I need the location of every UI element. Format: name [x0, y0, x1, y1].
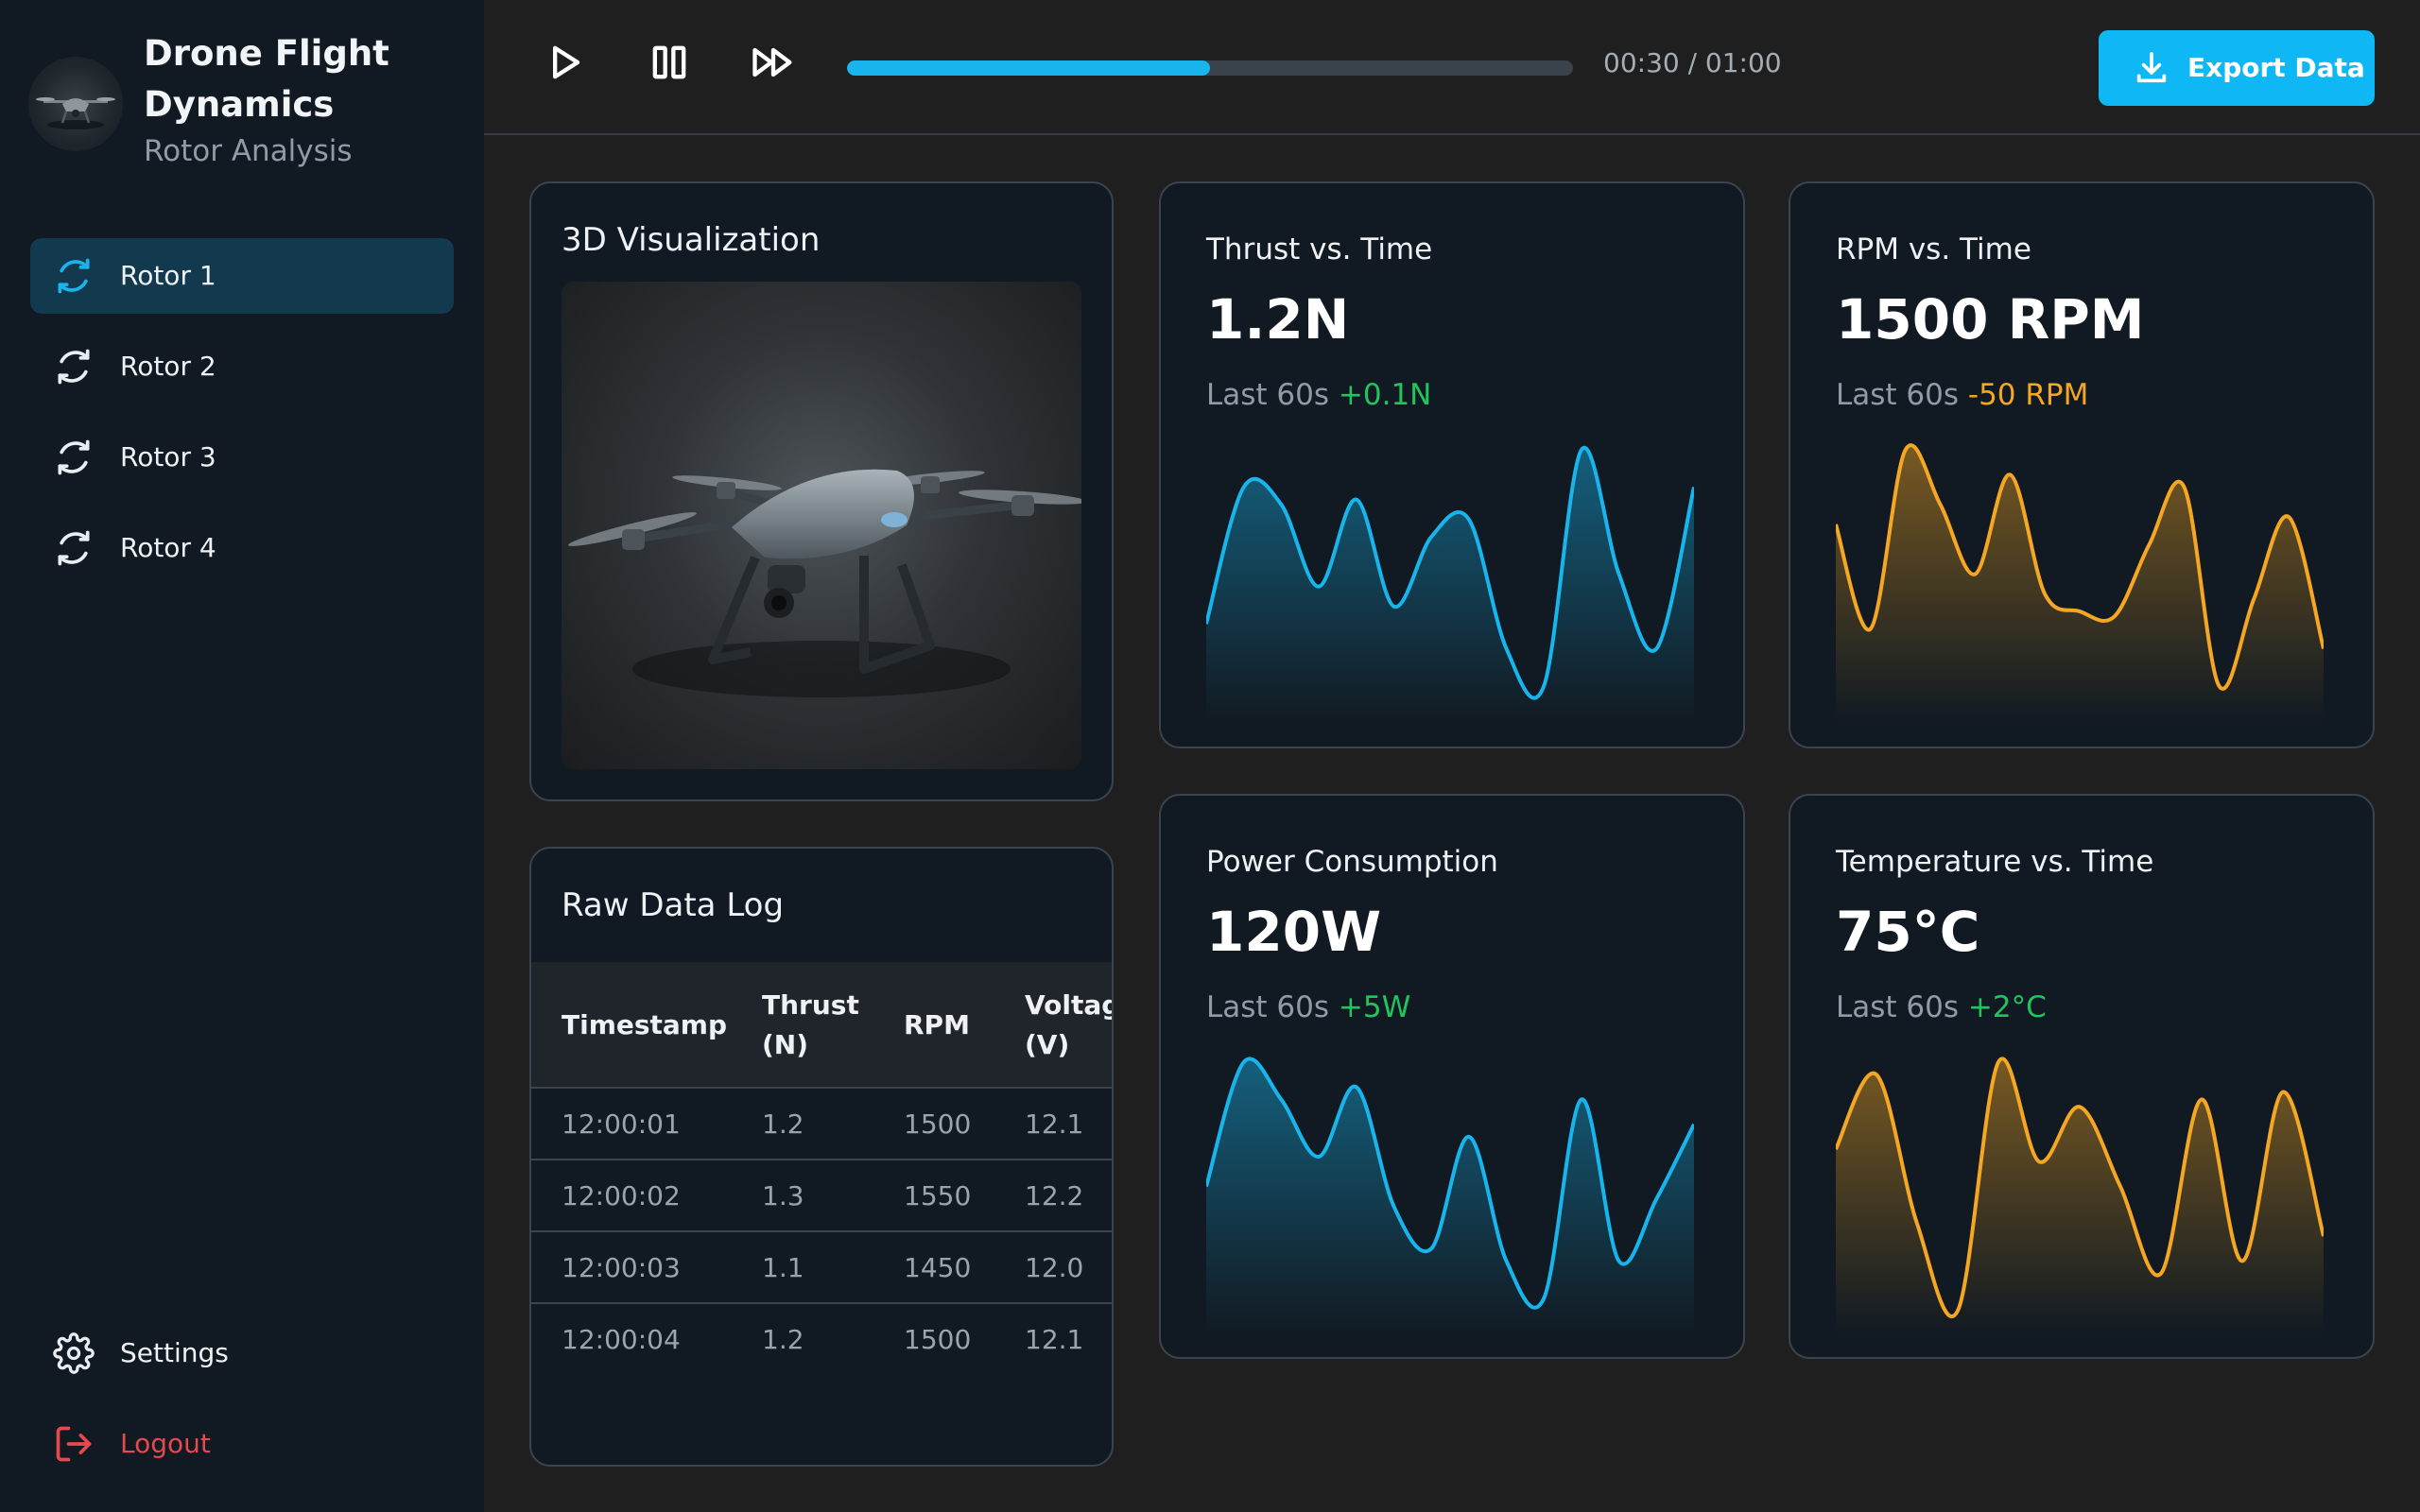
cell-timestamp: 12:00:02: [562, 1180, 681, 1211]
cell-rpm: 1500: [904, 1324, 972, 1355]
export-data-label: Export Data: [2187, 52, 2365, 83]
sidebar-item-label: Rotor 1: [120, 260, 216, 291]
sidebar-item-rotor-4[interactable]: Rotor 4: [30, 510, 454, 586]
sidebar-item-rotor-2[interactable]: Rotor 2: [30, 329, 454, 404]
fast-forward-button[interactable]: [749, 38, 798, 87]
drone-logo: [28, 57, 123, 151]
cell-voltage: 12.1: [1025, 1324, 1084, 1355]
metric-card-power: Power Consumption 120W Last 60s +5W: [1159, 794, 1745, 1359]
column-header-thrust[interactable]: Thrust (N): [762, 962, 885, 1089]
gear-icon: [53, 1332, 95, 1374]
metric-delta: Last 60s +0.1N: [1206, 378, 1432, 412]
sidebar: Drone Flight Dynamics Rotor Analysis Rot…: [0, 0, 484, 1512]
cell-thrust: 1.1: [762, 1252, 804, 1283]
sparkline-area: [1206, 1058, 1694, 1334]
table-row[interactable]: 12:00:04 1.2 1500 12.1: [531, 1304, 1112, 1376]
table-row[interactable]: 12:00:02 1.3 1550 12.2: [531, 1160, 1112, 1232]
metric-label: Power Consumption: [1206, 845, 1498, 879]
sidebar-item-rotor-1[interactable]: Rotor 1: [30, 238, 454, 314]
download-icon: [2136, 52, 2167, 83]
raw-data-log-card: Raw Data Log Timestamp Thrust (N) RPM Vo…: [529, 847, 1114, 1467]
logout-link[interactable]: Logout: [30, 1406, 454, 1482]
metric-label: Thrust vs. Time: [1206, 232, 1433, 266]
playback-bar: 00:30 / 01:00 Export Data: [484, 0, 2420, 135]
settings-label: Settings: [120, 1337, 229, 1368]
cell-thrust: 1.2: [762, 1324, 804, 1355]
rpm-sparkline[interactable]: [1836, 438, 2324, 722]
settings-link[interactable]: Settings: [30, 1315, 454, 1391]
cell-voltage: 12.1: [1025, 1108, 1084, 1140]
app-subtitle: Rotor Analysis: [144, 134, 353, 168]
time-readout: 00:30 / 01:00: [1603, 47, 1782, 78]
column-header-voltage[interactable]: Voltag (V): [1025, 962, 1112, 1089]
refresh-icon: [58, 349, 90, 385]
metric-card-temperature: Temperature vs. Time 75°C Last 60s +2°C: [1789, 794, 2375, 1359]
metric-label: Temperature vs. Time: [1836, 845, 2154, 879]
metric-value: 1500 RPM: [1836, 287, 2145, 352]
metric-delta: Last 60s +2°C: [1836, 990, 2047, 1024]
thrust-sparkline[interactable]: [1206, 438, 1694, 722]
playback-progress-bar[interactable]: [847, 60, 1573, 76]
refresh-icon: [58, 258, 90, 294]
drone-3d-render[interactable]: [562, 282, 1081, 769]
logout-icon: [56, 1426, 92, 1462]
cell-rpm: 1550: [904, 1180, 972, 1211]
export-data-button[interactable]: Export Data: [2099, 30, 2375, 106]
dashboard-app: Drone Flight Dynamics Rotor Analysis Rot…: [0, 0, 2420, 1512]
brand: Drone Flight Dynamics Rotor Analysis: [28, 28, 473, 180]
sidebar-item-label: Rotor 4: [120, 532, 216, 563]
metric-value: 1.2N: [1206, 287, 1350, 352]
cell-timestamp: 12:00:03: [562, 1252, 681, 1283]
temperature-sparkline[interactable]: [1836, 1051, 2324, 1334]
sidebar-item-label: Rotor 2: [120, 351, 216, 382]
column-header-rpm[interactable]: RPM: [904, 962, 970, 1089]
raw-data-log-title: Raw Data Log: [562, 886, 785, 924]
metric-delta: Last 60s -50 RPM: [1836, 378, 2089, 412]
table-header-row: Timestamp Thrust (N) RPM Voltag (V): [531, 962, 1112, 1089]
play-button[interactable]: [541, 38, 590, 87]
refresh-icon: [58, 530, 90, 566]
power-sparkline[interactable]: [1206, 1051, 1694, 1334]
pause-button[interactable]: [645, 38, 694, 87]
refresh-icon: [58, 439, 90, 475]
cell-timestamp: 12:00:04: [562, 1324, 681, 1355]
cell-rpm: 1500: [904, 1108, 972, 1140]
table-row[interactable]: 12:00:03 1.1 1450 12.0: [531, 1232, 1112, 1304]
sidebar-item-label: Rotor 3: [120, 441, 216, 472]
table-row[interactable]: 12:00:01 1.2 1500 12.1: [531, 1089, 1112, 1160]
sparkline-area: [1836, 445, 2324, 722]
column-header-timestamp[interactable]: Timestamp: [562, 962, 727, 1089]
pause-icon: [652, 45, 686, 79]
app-title: Drone Flight Dynamics: [144, 33, 389, 125]
metric-delta: Last 60s +5W: [1206, 990, 1411, 1024]
cell-voltage: 12.0: [1025, 1252, 1084, 1283]
sidebar-item-rotor-3[interactable]: Rotor 3: [30, 420, 454, 495]
cell-voltage: 12.2: [1025, 1180, 1084, 1211]
metric-label: RPM vs. Time: [1836, 232, 2031, 266]
metric-card-rpm: RPM vs. Time 1500 RPM Last 60s -50 RPM: [1789, 181, 2375, 748]
cell-rpm: 1450: [904, 1252, 972, 1283]
playback-progress-fill: [847, 60, 1210, 76]
play-icon: [553, 45, 580, 79]
logout-label: Logout: [120, 1428, 211, 1459]
cell-thrust: 1.3: [762, 1180, 804, 1211]
fast-forward-icon: [752, 47, 792, 77]
metric-value: 75°C: [1836, 900, 1980, 964]
visualization-card: 3D Visualization: [529, 181, 1114, 801]
metric-card-thrust: Thrust vs. Time 1.2N Last 60s +0.1N: [1159, 181, 1745, 748]
visualization-title: 3D Visualization: [562, 221, 821, 259]
metric-value: 120W: [1206, 900, 1382, 964]
cell-thrust: 1.2: [762, 1108, 804, 1140]
cell-timestamp: 12:00:01: [562, 1108, 681, 1140]
